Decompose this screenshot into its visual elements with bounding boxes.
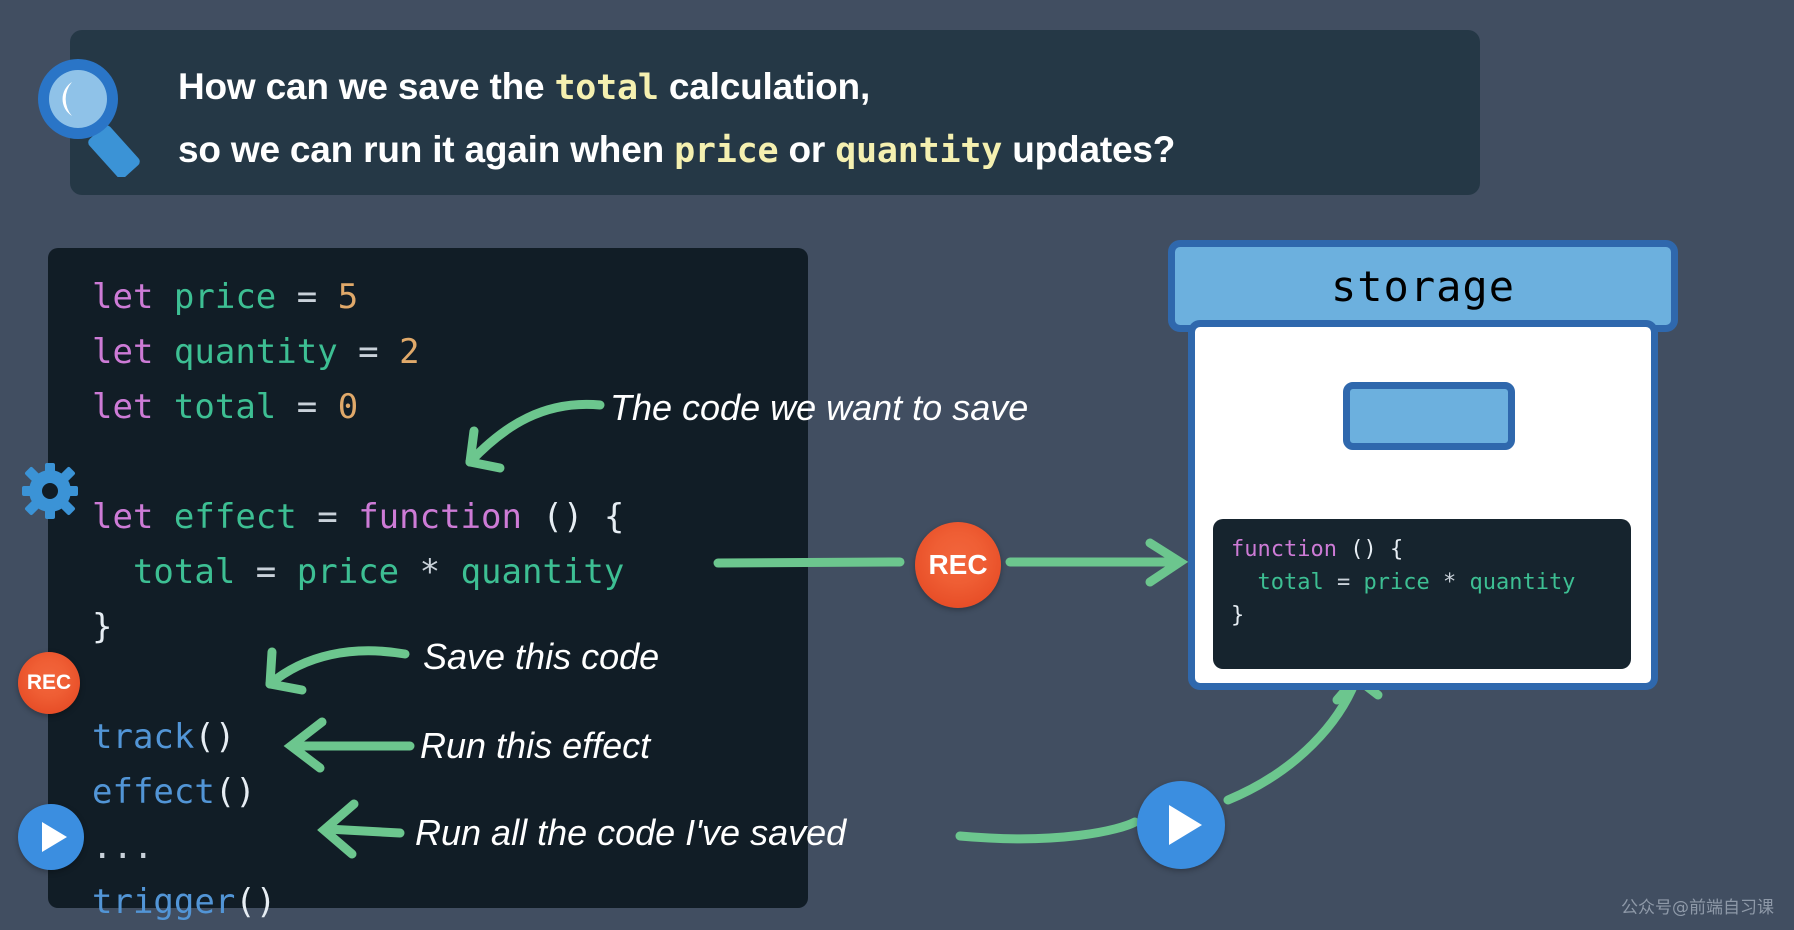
storage-drawer-handle bbox=[1343, 382, 1515, 450]
question-banner: How can we save the total calculation, s… bbox=[70, 30, 1480, 195]
code-var-total-1: total bbox=[173, 387, 277, 427]
storage-keyword-function: function bbox=[1231, 537, 1337, 562]
storage-header: storage bbox=[1168, 240, 1678, 332]
code-op-eq-5: = bbox=[255, 552, 277, 592]
rec-badge-label: REC bbox=[26, 671, 72, 694]
code-keyword-let-4: let bbox=[92, 497, 154, 537]
code-paren-empty-3: () bbox=[214, 772, 256, 812]
play-triangle-icon bbox=[1168, 805, 1202, 845]
code-call-trigger: trigger bbox=[92, 882, 236, 922]
code-var-price-1: price bbox=[173, 277, 277, 317]
storage-body: function () { total = price * quantity } bbox=[1188, 320, 1658, 690]
code-num-2: 2 bbox=[399, 332, 420, 372]
storage-op-eq: = bbox=[1336, 570, 1351, 595]
question-line2-part-2: or bbox=[778, 129, 836, 170]
code-panel: let price = 5 let quantity = 2 let total… bbox=[48, 248, 808, 922]
code-op-eq-4: = bbox=[317, 497, 338, 537]
code-keyword-function: function bbox=[358, 497, 522, 537]
magnifier-icon bbox=[38, 59, 140, 177]
play-badge-storage[interactable] bbox=[1137, 781, 1225, 869]
annotation-run-this-effect: Run this effect bbox=[420, 725, 651, 766]
code-var-quantity-2: quantity bbox=[460, 552, 625, 592]
code-brace-open: { bbox=[603, 497, 625, 537]
annotation-save-this-code: Save this code bbox=[423, 636, 660, 677]
question-line-1: How can we save the total calculation, bbox=[178, 56, 1480, 119]
code-op-eq-1: = bbox=[296, 277, 318, 317]
code-paren-empty-2: () bbox=[194, 717, 236, 757]
storage-panel: storage function () { total = price * qu… bbox=[1168, 240, 1678, 700]
storage-brace-open: { bbox=[1389, 537, 1404, 562]
code-paren-empty-4: () bbox=[235, 882, 277, 922]
question-line1-part-2: calculation, bbox=[658, 66, 871, 107]
storage-title: storage bbox=[1330, 261, 1515, 311]
storage-var-total: total bbox=[1257, 570, 1324, 595]
storage-paren-empty: () bbox=[1350, 537, 1377, 562]
question-line2-code-quantity: quantity bbox=[835, 131, 1003, 171]
code-keyword-let-3: let bbox=[92, 387, 154, 427]
code-call-effect: effect bbox=[92, 772, 215, 812]
question-line1-code-total: total bbox=[554, 68, 659, 108]
question-line-2: so we can run it again when price or qua… bbox=[178, 119, 1480, 182]
code-paren-empty-1: () bbox=[542, 497, 584, 537]
play-triangle-icon bbox=[41, 822, 67, 852]
gear-icon bbox=[22, 463, 78, 519]
code-ellipsis: ... bbox=[92, 827, 154, 867]
code-var-price-2: price bbox=[296, 552, 400, 592]
code-op-eq-2: = bbox=[358, 332, 379, 372]
arrow-trigger-to-storage-left bbox=[955, 817, 1140, 844]
code-var-quantity-1: quantity bbox=[173, 332, 338, 372]
code-keyword-let-1: let bbox=[92, 277, 154, 317]
code-var-effect: effect bbox=[173, 497, 297, 537]
code-call-track: track bbox=[92, 717, 195, 757]
storage-op-mul: * bbox=[1442, 570, 1457, 595]
question-line2-part-0: so we can run it again when bbox=[178, 129, 675, 170]
annotation-the-code-we-want-to-save: The code we want to save bbox=[610, 387, 1029, 428]
watermark: 公众号@前端自习课 bbox=[1621, 898, 1774, 918]
question-line1-part-0: How can we save the bbox=[178, 66, 555, 107]
annotation-run-all-the-code-ive-saved: Run all the code I've saved bbox=[415, 812, 847, 853]
code-var-total-2: total bbox=[132, 552, 236, 592]
code-keyword-let-2: let bbox=[92, 332, 154, 372]
rec-badge-label: REC bbox=[928, 549, 988, 580]
storage-saved-code: function () { total = price * quantity } bbox=[1213, 519, 1631, 669]
code-op-eq-3: = bbox=[296, 387, 318, 427]
storage-var-price: price bbox=[1363, 570, 1430, 595]
question-line2-code-price: price bbox=[674, 131, 779, 171]
play-badge-trigger[interactable] bbox=[18, 804, 84, 870]
code-brace-close: } bbox=[92, 607, 113, 647]
question-line2-part-4: updates? bbox=[1002, 129, 1176, 170]
code-num-5: 5 bbox=[337, 277, 359, 317]
storage-brace-close: } bbox=[1231, 603, 1245, 628]
rec-badge-track[interactable]: REC bbox=[18, 652, 80, 714]
code-op-mul: * bbox=[419, 552, 441, 592]
storage-var-quantity: quantity bbox=[1469, 570, 1576, 595]
code-num-0: 0 bbox=[337, 387, 359, 427]
rec-badge-flow[interactable]: REC bbox=[915, 522, 1001, 608]
